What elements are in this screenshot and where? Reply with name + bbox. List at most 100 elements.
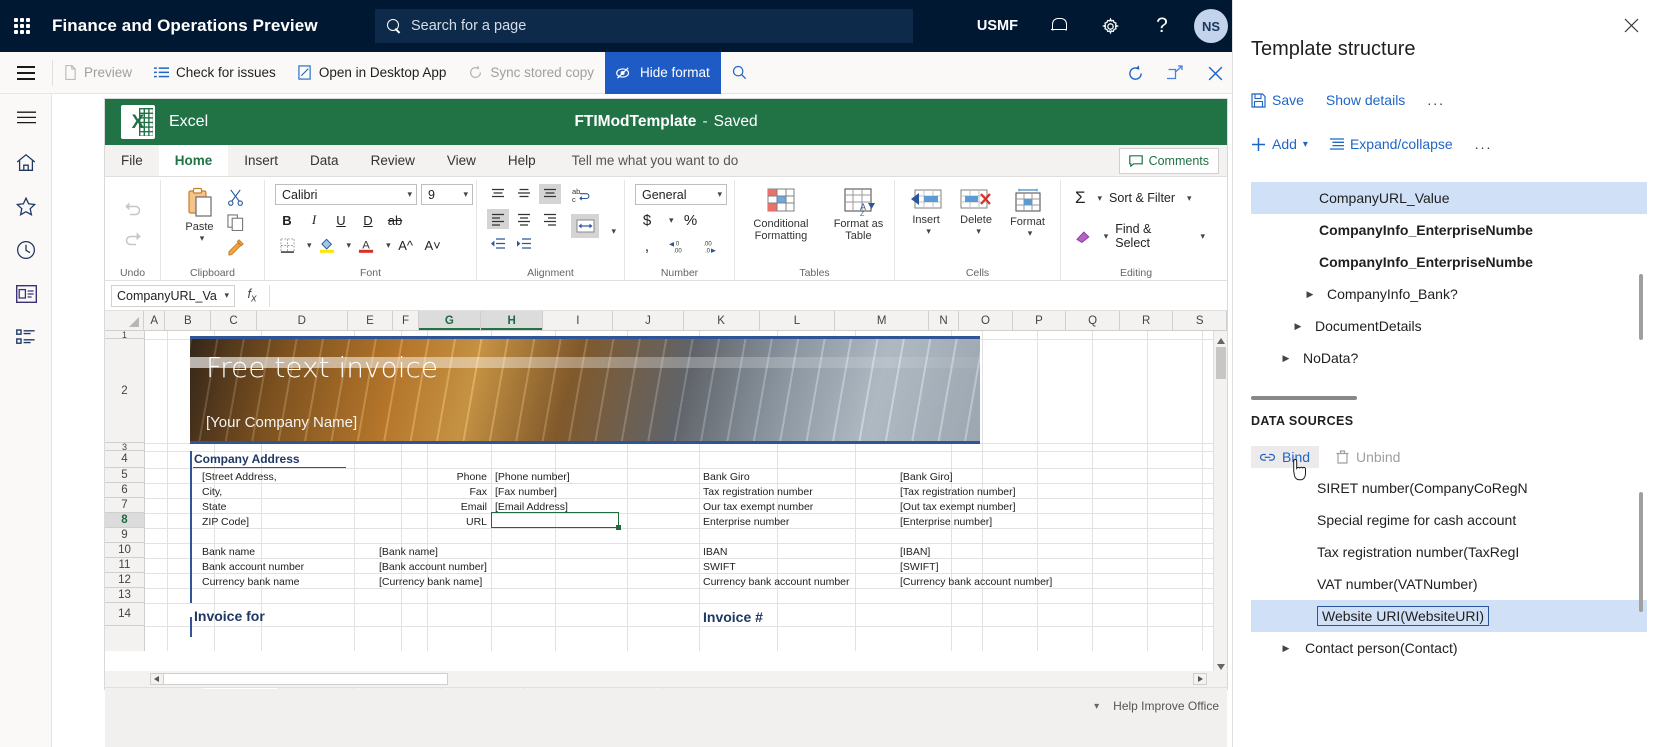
tree-node-enterprisenumber-2[interactable]: CompanyInfo_EnterpriseNumbe [1251, 246, 1647, 278]
cell-bank2-label-swift[interactable]: SWIFT [703, 560, 736, 574]
cell-tax-label-tax-reg[interactable]: Tax registration number [703, 485, 813, 499]
chevron-down-icon[interactable]: ▾ [669, 215, 674, 226]
tree-node-documentdetails[interactable]: ▶ DocumentDetails [1251, 310, 1647, 342]
scroll-left-button[interactable] [150, 673, 164, 685]
formula-input[interactable] [269, 284, 1227, 307]
unbind-button[interactable]: Unbind [1327, 446, 1409, 468]
column-header-A[interactable]: A [143, 311, 166, 330]
cell-invoice-for[interactable]: Invoice for [194, 609, 265, 623]
tab-review[interactable]: Review [355, 145, 431, 176]
column-header-Q[interactable]: Q [1066, 311, 1120, 330]
ds-node-tax-registration-number[interactable]: Tax registration number(TaxRegI [1251, 536, 1647, 568]
tab-home[interactable]: Home [158, 145, 229, 176]
cell-address-line-2[interactable]: City, [202, 485, 222, 499]
cell-bank2-value-swift[interactable]: [SWIFT] [900, 560, 939, 574]
row-header-5[interactable]: 5 [105, 468, 144, 483]
cell-bank2-value-iban[interactable]: [IBAN] [900, 545, 930, 559]
scroll-down-button[interactable] [1216, 659, 1226, 670]
scroll-up-button[interactable] [1216, 333, 1226, 344]
tree-scroll-thumb[interactable] [1639, 274, 1643, 340]
ds-node-contact-person[interactable]: ▶ Contact person(Contact) [1251, 632, 1647, 664]
avatar[interactable]: NS [1194, 9, 1228, 43]
increase-indent-button[interactable] [513, 234, 535, 254]
cell-contact-label-email[interactable]: Email [405, 500, 487, 514]
increase-decimal-button[interactable]: .00 .0 [695, 235, 719, 257]
font-color-button[interactable]: A [354, 234, 378, 256]
app-launcher-button[interactable] [0, 0, 44, 52]
shrink-font-button[interactable]: A˅ [421, 234, 445, 256]
chevron-down-icon[interactable]: ▾ [386, 240, 391, 251]
rail-item-home[interactable] [0, 140, 52, 184]
align-center-button[interactable] [513, 209, 535, 229]
rail-item-menu[interactable] [0, 94, 52, 140]
number-format-select[interactable]: General ▾ [635, 184, 727, 205]
add-button[interactable]: Add ▾ [1251, 136, 1308, 152]
row-header-9[interactable]: 9 [105, 528, 144, 543]
undo-button[interactable] [123, 198, 143, 218]
column-header-E[interactable]: E [347, 311, 394, 330]
chevron-down-icon[interactable]: ▾ [347, 240, 352, 251]
align-middle-button[interactable] [513, 184, 535, 204]
panel-overflow-button[interactable]: ... [1427, 92, 1445, 108]
fill-color-button[interactable] [315, 234, 339, 256]
strikethrough-button[interactable]: ab [383, 209, 407, 231]
cell-tax-value-enterprise[interactable]: [Enterprise number] [900, 515, 992, 529]
find-select-button[interactable]: ▾ Find & Select ▾ [1075, 222, 1205, 250]
format-cells-button[interactable]: Format ▾ [1006, 186, 1049, 241]
paste-button[interactable]: Paste ▾ [180, 184, 220, 246]
fill-handle[interactable] [616, 525, 621, 530]
command-search-button[interactable] [721, 52, 759, 94]
row-header-7[interactable]: 7 [105, 498, 144, 513]
vertical-scrollbar[interactable] [1213, 331, 1227, 671]
global-search-input[interactable]: Search for a page [375, 9, 913, 43]
chevron-down-icon[interactable]: ▾ [307, 240, 312, 251]
column-header-C[interactable]: C [211, 311, 257, 330]
row-header-8[interactable]: 8 [105, 513, 144, 528]
sync-stored-copy-button[interactable]: Sync stored copy [457, 52, 605, 94]
column-header-F[interactable]: F [393, 311, 419, 330]
column-header-L[interactable]: L [759, 311, 836, 330]
row-header-11[interactable]: 11 [105, 558, 144, 573]
grow-font-button[interactable]: A^ [394, 234, 418, 256]
align-left-button[interactable] [487, 209, 509, 229]
cell-bank2-label-iban[interactable]: IBAN [703, 545, 728, 559]
align-right-button[interactable] [539, 209, 561, 229]
tree-node-companyurl-value[interactable]: CompanyURL_Value [1251, 182, 1647, 214]
redo-button[interactable] [123, 228, 143, 248]
check-for-issues-button[interactable]: Check for issues [143, 52, 287, 94]
chevron-right-icon[interactable]: ▶ [1279, 641, 1293, 655]
tab-insert[interactable]: Insert [228, 145, 294, 176]
ds-node-special-regime[interactable]: Special regime for cash account [1251, 504, 1647, 536]
merge-cells-button[interactable] [571, 214, 599, 238]
format-painter-button[interactable] [226, 237, 246, 257]
preview-button[interactable]: Preview [53, 52, 143, 94]
chevron-down-icon[interactable]: ▾ [1094, 701, 1099, 712]
column-header-S[interactable]: S [1173, 311, 1227, 330]
rail-item-workspaces[interactable] [0, 272, 52, 316]
column-header-N[interactable]: N [928, 311, 960, 330]
vertical-scroll-thumb[interactable] [1216, 347, 1226, 379]
cell-bank-label-currency[interactable]: Currency bank name [202, 575, 299, 589]
comments-button[interactable]: Comments [1118, 148, 1219, 174]
cell-tax-value-exempt[interactable]: [Out tax exempt number] [900, 500, 1016, 514]
conditional-formatting-button[interactable]: Conditional Formatting [741, 186, 821, 245]
cell-contact-label-url[interactable]: URL [405, 515, 487, 529]
chevron-right-icon[interactable]: ▶ [1279, 351, 1293, 365]
cell-tax-value-tax-reg[interactable]: [Tax registration number] [900, 485, 1016, 499]
ds-node-vat-number[interactable]: VAT number(VATNumber) [1251, 568, 1647, 600]
row-header-14[interactable]: 14 [105, 603, 144, 626]
cell-invoice-number[interactable]: Invoice # [703, 610, 763, 624]
cell-contact-value-fax[interactable]: [Fax number] [495, 485, 557, 499]
delete-cells-button[interactable]: Delete ▾ [956, 186, 996, 239]
save-button[interactable]: Save [1251, 92, 1304, 108]
panel-splitter-top[interactable] [1251, 396, 1357, 400]
ds-node-siret-number[interactable]: SIRET number(CompanyCoRegN [1251, 472, 1647, 504]
panel-overflow-button-2[interactable]: ... [1475, 136, 1493, 152]
row-header-12[interactable]: 12 [105, 573, 144, 588]
format-as-table-button[interactable]: A Z Format as Table [829, 186, 888, 245]
font-size-select[interactable]: 9 ▾ [421, 184, 473, 205]
cut-button[interactable] [226, 187, 246, 207]
comma-style-button[interactable]: , [635, 235, 659, 257]
data-sources-scroll-thumb[interactable] [1639, 492, 1643, 612]
tab-view[interactable]: View [431, 145, 492, 176]
